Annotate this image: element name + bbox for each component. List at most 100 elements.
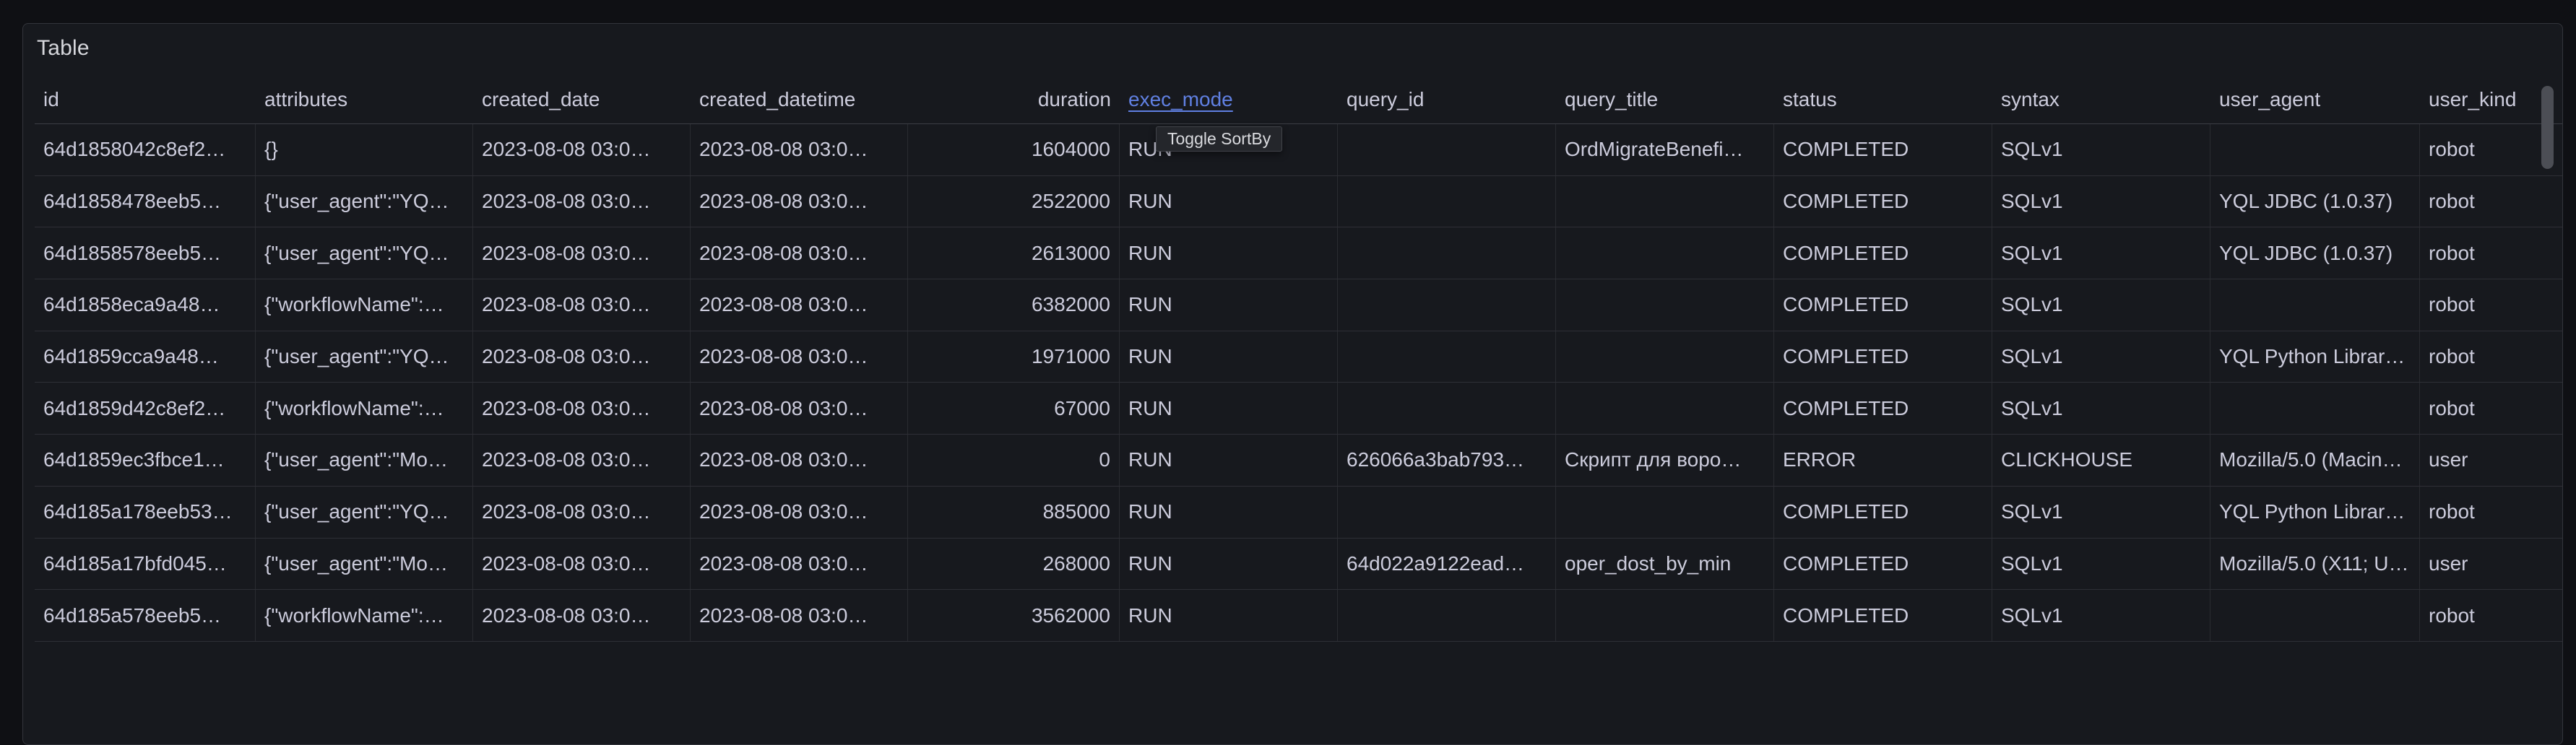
cell-created_datetime: 2023-08-08 03:0… [691, 590, 908, 641]
cell-attributes: {"user_agent":"YQ… [256, 487, 473, 538]
cell-exec_mode: RUN [1120, 176, 1338, 227]
cell-status: COMPLETED [1774, 227, 1992, 279]
cell-created_date: 2023-08-08 03:0… [473, 435, 691, 486]
cell-query_title: OrdMigrateBenefi… [1556, 124, 1774, 175]
cell-exec_mode: RUN [1120, 227, 1338, 279]
column-header-exec_mode[interactable]: exec_mode [1120, 76, 1338, 123]
cell-user_agent: YQL JDBC (1.0.37) [2210, 176, 2420, 227]
cell-exec_mode: RUN [1120, 279, 1338, 331]
cell-created_date: 2023-08-08 03:0… [473, 383, 691, 434]
cell-duration: 885000 [908, 487, 1120, 538]
cell-created_date: 2023-08-08 03:0… [473, 590, 691, 641]
cell-user_kind: robot [2420, 176, 2563, 227]
cell-query_id [1338, 590, 1556, 641]
cell-created_date: 2023-08-08 03:0… [473, 227, 691, 279]
cell-query_title [1556, 279, 1774, 331]
cell-syntax: SQLv1 [1992, 331, 2210, 383]
cell-exec_mode: RUN [1120, 331, 1338, 383]
cell-query_id [1338, 383, 1556, 434]
cell-duration: 67000 [908, 383, 1120, 434]
cell-query_title: Скрипт для воро… [1556, 435, 1774, 486]
cell-duration: 1604000 [908, 124, 1120, 175]
cell-exec_mode: RUN [1120, 383, 1338, 434]
table-row: 64d1859ec3fbce1…{"user_agent":"Mo…2023-0… [35, 435, 2563, 487]
cell-syntax: SQLv1 [1992, 176, 2210, 227]
cell-created_datetime: 2023-08-08 03:0… [691, 487, 908, 538]
cell-duration: 2522000 [908, 176, 1120, 227]
cell-created_datetime: 2023-08-08 03:0… [691, 539, 908, 590]
cell-user_kind: robot [2420, 279, 2563, 331]
cell-query_title [1556, 176, 1774, 227]
cell-attributes: {"user_agent":"Mo… [256, 539, 473, 590]
cell-syntax: SQLv1 [1992, 383, 2210, 434]
cell-id: 64d1859ec3fbce1… [35, 435, 256, 486]
cell-created_date: 2023-08-08 03:0… [473, 124, 691, 175]
cell-syntax: SQLv1 [1992, 487, 2210, 538]
cell-user_agent: YQL Python Librar… [2210, 487, 2420, 538]
panel-title[interactable]: Table [37, 35, 90, 61]
cell-syntax: SQLv1 [1992, 539, 2210, 590]
vertical-scrollbar-thumb[interactable] [2541, 86, 2554, 169]
cell-created_date: 2023-08-08 03:0… [473, 279, 691, 331]
column-header-attributes[interactable]: attributes [256, 76, 473, 123]
cell-query_title [1556, 331, 1774, 383]
cell-query_id [1338, 487, 1556, 538]
column-header-query_title[interactable]: query_title [1556, 76, 1774, 123]
cell-user_kind: robot [2420, 383, 2563, 434]
cell-created_datetime: 2023-08-08 03:0… [691, 176, 908, 227]
table-row: 64d1859cca9a48…{"user_agent":"YQ…2023-08… [35, 331, 2563, 383]
table-header-row: idattributescreated_datecreated_datetime… [35, 76, 2563, 124]
cell-created_datetime: 2023-08-08 03:0… [691, 331, 908, 383]
cell-id: 64d1859d42c8ef2… [35, 383, 256, 434]
column-header-status[interactable]: status [1774, 76, 1992, 123]
column-header-duration[interactable]: duration [908, 76, 1120, 123]
cell-exec_mode: RUN [1120, 539, 1338, 590]
cell-syntax: SQLv1 [1992, 279, 2210, 331]
cell-status: COMPLETED [1774, 279, 1992, 331]
table-row: 64d1858478eeb5…{"user_agent":"YQ…2023-08… [35, 176, 2563, 228]
table-body: 64d1858042c8ef2…{}2023-08-08 03:0…2023-0… [35, 124, 2563, 642]
cell-attributes: {"user_agent":"Mo… [256, 435, 473, 486]
cell-id: 64d1858578eeb5… [35, 227, 256, 279]
cell-created_datetime: 2023-08-08 03:0… [691, 435, 908, 486]
cell-user_agent: YQL Python Librar… [2210, 331, 2420, 383]
column-header-created_datetime[interactable]: created_datetime [691, 76, 908, 123]
cell-created_date: 2023-08-08 03:0… [473, 331, 691, 383]
cell-created_datetime: 2023-08-08 03:0… [691, 383, 908, 434]
cell-id: 64d1858eca9a48… [35, 279, 256, 331]
cell-duration: 268000 [908, 539, 1120, 590]
cell-user_agent: Mozilla/5.0 (X11; U… [2210, 539, 2420, 590]
cell-status: COMPLETED [1774, 124, 1992, 175]
cell-query_id: 64d022a9122ead… [1338, 539, 1556, 590]
cell-user_agent: YQL JDBC (1.0.37) [2210, 227, 2420, 279]
cell-created_date: 2023-08-08 03:0… [473, 539, 691, 590]
cell-created_date: 2023-08-08 03:0… [473, 487, 691, 538]
cell-exec_mode: RUN [1120, 487, 1338, 538]
column-header-user_agent[interactable]: user_agent [2210, 76, 2420, 123]
cell-id: 64d185a17bfd045… [35, 539, 256, 590]
cell-user_kind: user [2420, 435, 2563, 486]
table-row: 64d1859d42c8ef2…{"workflowName":…2023-08… [35, 383, 2563, 435]
cell-user_kind: robot [2420, 227, 2563, 279]
cell-created_date: 2023-08-08 03:0… [473, 176, 691, 227]
cell-query_id [1338, 124, 1556, 175]
cell-attributes: {} [256, 124, 473, 175]
cell-query_title [1556, 487, 1774, 538]
cell-syntax: CLICKHOUSE [1992, 435, 2210, 486]
column-header-created_date[interactable]: created_date [473, 76, 691, 123]
cell-created_datetime: 2023-08-08 03:0… [691, 124, 908, 175]
table-row: 64d1858042c8ef2…{}2023-08-08 03:0…2023-0… [35, 124, 2563, 176]
cell-status: ERROR [1774, 435, 1992, 486]
column-header-query_id[interactable]: query_id [1338, 76, 1556, 123]
cell-query_id [1338, 227, 1556, 279]
table-row: 64d185a178eeb53…{"user_agent":"YQ…2023-0… [35, 487, 2563, 539]
cell-query_id [1338, 331, 1556, 383]
cell-user_kind: robot [2420, 331, 2563, 383]
cell-id: 64d1858042c8ef2… [35, 124, 256, 175]
cell-created_datetime: 2023-08-08 03:0… [691, 227, 908, 279]
cell-query_id: 626066a3bab793… [1338, 435, 1556, 486]
column-header-id[interactable]: id [35, 76, 256, 123]
column-header-syntax[interactable]: syntax [1992, 76, 2210, 123]
cell-exec_mode: RUN [1120, 590, 1338, 641]
cell-user_kind: robot [2420, 487, 2563, 538]
